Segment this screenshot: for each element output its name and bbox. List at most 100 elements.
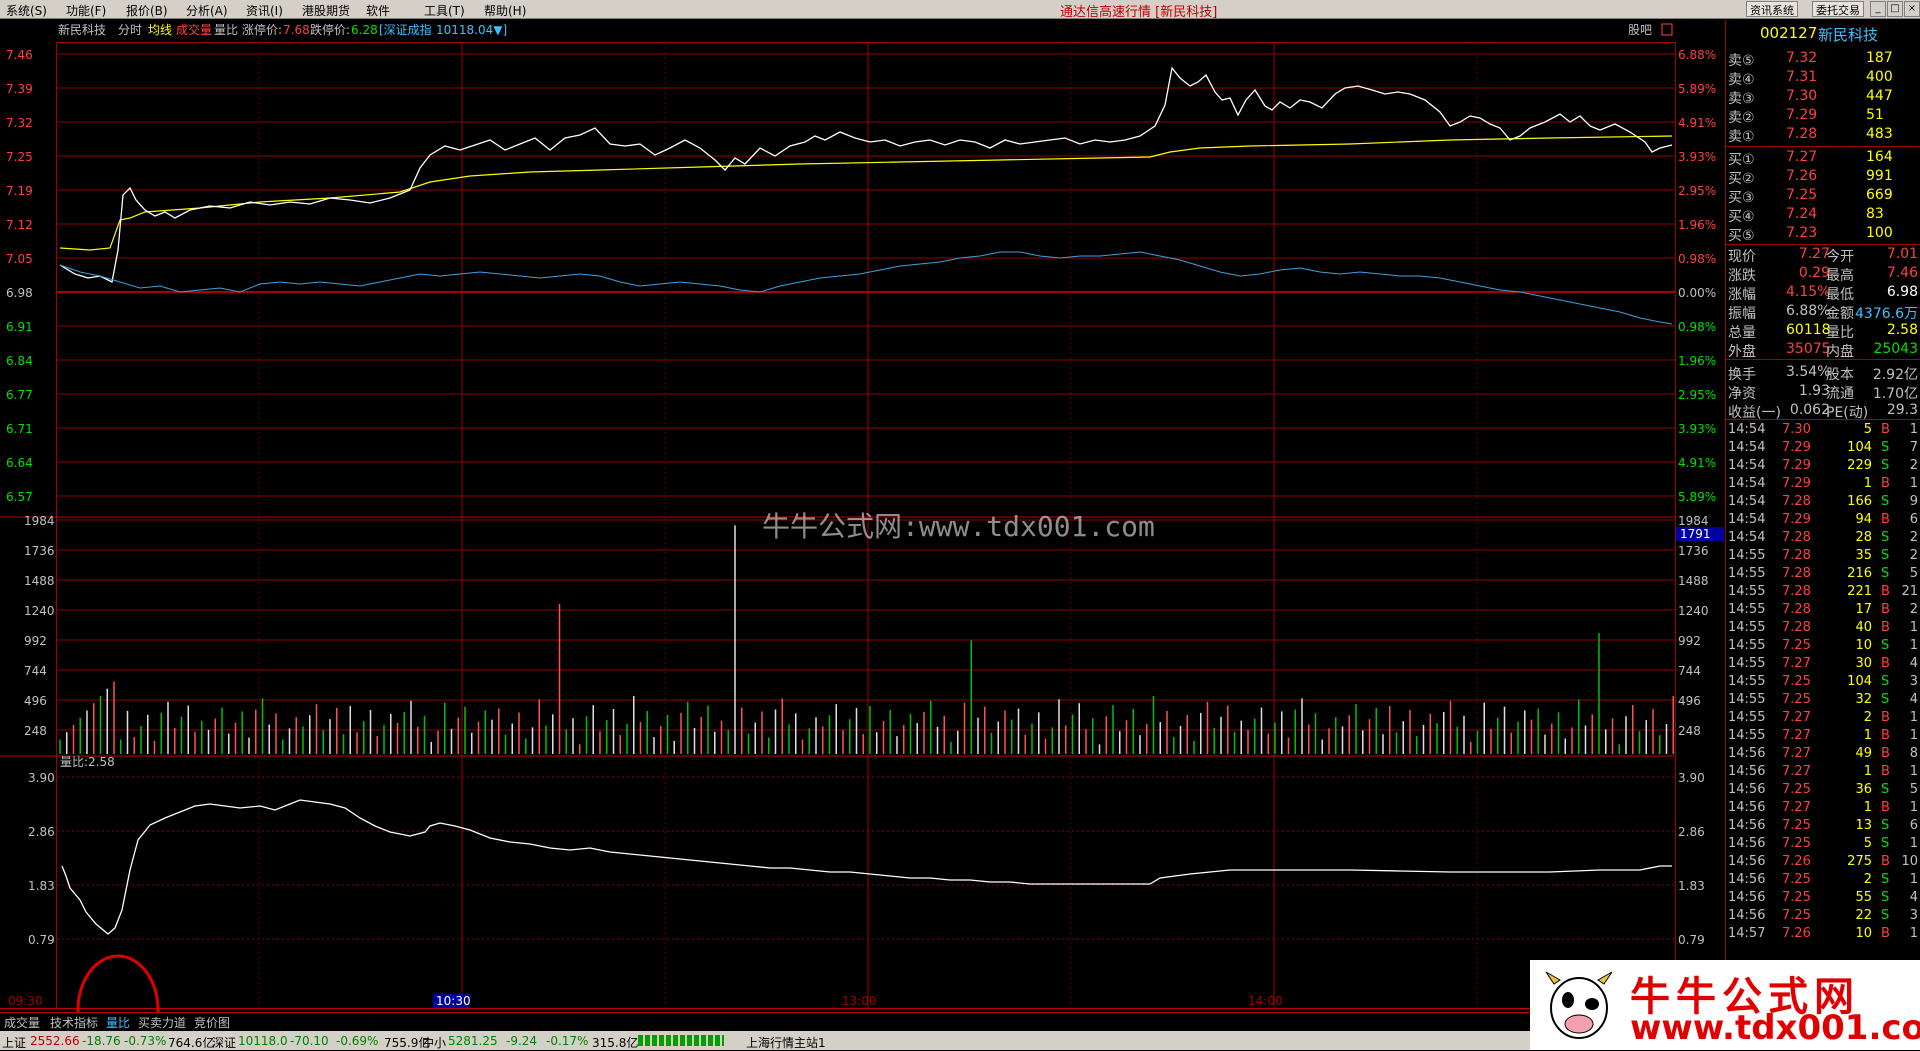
percent-tick-right: 3.93% <box>1678 150 1716 164</box>
average-price-line <box>59 135 1673 251</box>
tick-row: 14:56 7.25 5 S 1 <box>1726 836 1920 854</box>
tick-price: 7.27 <box>1782 764 1811 779</box>
menu-help[interactable]: 帮助(H) <box>484 2 526 19</box>
sell-level-row[interactable]: 卖① 7.28 483 <box>1726 126 1920 145</box>
tick-count: 21 <box>1901 584 1918 599</box>
volume-tick-right: 1984 <box>1678 514 1709 528</box>
tick-count: 1 <box>1909 872 1918 887</box>
stat-value: 2.58 <box>1886 322 1918 338</box>
percent-tick-right: 1.96% <box>1678 218 1716 232</box>
stat-key: 净资 <box>1728 386 1756 402</box>
stock-name: 新民科技 <box>1818 26 1879 44</box>
stat-key: 今开 <box>1826 249 1854 265</box>
menu-software[interactable]: 软件 <box>366 2 390 19</box>
tick-price: 7.28 <box>1782 602 1811 617</box>
tick-row: 14:54 7.29 229 S 2 <box>1726 458 1920 476</box>
tick-volume: 1 <box>1863 764 1872 779</box>
buy-level-row[interactable]: 买① 7.27 164 <box>1726 149 1920 168</box>
tick-row: 14:55 7.27 2 B 1 <box>1726 710 1920 728</box>
watermark-text: 牛牛公式网:www.tdx001.com <box>762 510 1155 543</box>
tick-time: 14:56 <box>1728 764 1766 779</box>
tab-volume-ratio[interactable]: 量比 <box>106 1014 130 1031</box>
price-axis: 7.46 6.88% 7.39 5.89% 7.32 4.91% 7.25 3.93% 7.19… <box>6 48 1716 504</box>
logo-line2: www.tdx001.com <box>1630 1008 1920 1048</box>
tick-count: 1 <box>1909 728 1918 743</box>
stats-divider <box>1726 419 1920 420</box>
tick-row: 14:55 7.28 35 S 2 <box>1726 548 1920 566</box>
level-price: 7.26 <box>1786 168 1818 184</box>
price-tick-left: 7.46 <box>6 48 33 62</box>
tick-time: 14:56 <box>1728 746 1766 761</box>
server-name[interactable]: 上海行情主站1 <box>746 1034 826 1051</box>
ratio-title: 量比:2.58 <box>60 755 115 769</box>
tick-time: 14:54 <box>1728 476 1766 491</box>
buy-level-row[interactable]: 买⑤ 7.23 100 <box>1726 225 1920 244</box>
tab-auction[interactable]: 竞价图 <box>194 1014 230 1031</box>
trade-button[interactable]: 委托交易 <box>1812 1 1864 17</box>
tick-time: 14:56 <box>1728 782 1766 797</box>
close-icon[interactable]: × <box>1904 1 1920 17</box>
info-system-button[interactable]: 资讯系统 <box>1746 1 1798 17</box>
menu-tools[interactable]: 工具(T) <box>424 2 465 19</box>
menu-function[interactable]: 功能(F) <box>66 2 106 19</box>
sell-level-row[interactable]: 卖② 7.29 51 <box>1726 107 1920 126</box>
stat-value: 0.062 <box>1789 402 1830 418</box>
tick-row: 14:55 7.25 104 S 3 <box>1726 674 1920 692</box>
tick-time: 14:56 <box>1728 818 1766 833</box>
tick-price: 7.25 <box>1782 782 1811 797</box>
percent-tick-right: 4.91% <box>1678 456 1716 470</box>
zx-value: 5281.25 <box>448 1034 498 1048</box>
tick-time: 14:57 <box>1728 926 1766 941</box>
menu-analysis[interactable]: 分析(A) <box>186 2 228 19</box>
stats-divider <box>1726 359 1920 360</box>
tick-row: 14:55 7.28 221 B 21 <box>1726 584 1920 602</box>
tick-count: 2 <box>1909 458 1918 473</box>
buy-level-row[interactable]: 买② 7.26 991 <box>1726 168 1920 187</box>
stat-key: 外盘 <box>1728 344 1756 360</box>
tab-buy-sell-force[interactable]: 买卖力道 <box>138 1014 186 1031</box>
buy-level-row[interactable]: 买④ 7.24 83 <box>1726 206 1920 225</box>
stat-row: 振幅 6.88% 金额 4376.6万 <box>1726 303 1920 322</box>
tick-row: 14:54 7.29 94 B 6 <box>1726 512 1920 530</box>
tick-volume: 2 <box>1863 710 1872 725</box>
tick-time: 14:56 <box>1728 854 1766 869</box>
menu-quote[interactable]: 报价(B) <box>126 2 168 19</box>
tick-direction: B <box>1881 620 1890 635</box>
tick-time: 14:55 <box>1728 602 1766 617</box>
tick-row: 14:54 7.30 5 B 1 <box>1726 422 1920 440</box>
stat-value: 4376.6万 <box>1855 306 1918 322</box>
tick-volume: 5 <box>1863 422 1872 437</box>
forum-link[interactable]: 股吧 <box>1628 23 1652 37</box>
stat-key: 振幅 <box>1728 306 1756 322</box>
tick-time: 14:55 <box>1728 692 1766 707</box>
tick-time: 14:54 <box>1728 440 1766 455</box>
tick-count: 10 <box>1901 854 1918 869</box>
price-tick-left: 6.98 <box>6 286 33 300</box>
maximize-icon[interactable]: □ <box>1887 1 1903 17</box>
tab-volume[interactable]: 成交量 <box>4 1014 40 1031</box>
menu-system[interactable]: 系统(S) <box>6 2 47 19</box>
sell-level-row[interactable]: 卖④ 7.31 400 <box>1726 69 1920 88</box>
tab-tech-indicator[interactable]: 技术指标 <box>50 1014 98 1031</box>
level-price: 7.25 <box>1786 187 1818 203</box>
sell-level-row[interactable]: 卖③ 7.30 447 <box>1726 88 1920 107</box>
tick-row: 14:54 7.28 166 S 9 <box>1726 494 1920 512</box>
tick-price: 7.27 <box>1782 656 1811 671</box>
ratio-tick-right: 1.83 <box>1678 879 1705 893</box>
tick-count: 3 <box>1909 674 1918 689</box>
tick-time: 14:56 <box>1728 836 1766 851</box>
price-tick-left: 7.25 <box>6 150 33 164</box>
tick-direction: B <box>1881 926 1890 941</box>
stat-key: 内盘 <box>1826 344 1854 360</box>
zx-change: -9.24 <box>506 1034 538 1048</box>
level-label: 买③ <box>1728 190 1755 206</box>
sell-level-row[interactable]: 卖⑤ 7.32 187 <box>1726 50 1920 69</box>
menu-hk-futures[interactable]: 港股期货 <box>302 2 350 19</box>
level-price: 7.30 <box>1786 88 1818 104</box>
minimize-icon[interactable]: _ <box>1870 1 1886 17</box>
chart-label-volume: 成交量 <box>176 22 212 37</box>
buy-level-row[interactable]: 买③ 7.25 669 <box>1726 187 1920 206</box>
menu-info[interactable]: 资讯(I) <box>246 2 283 19</box>
zx-label: 中小 <box>422 1036 447 1050</box>
forum-icon[interactable] <box>1661 23 1673 36</box>
